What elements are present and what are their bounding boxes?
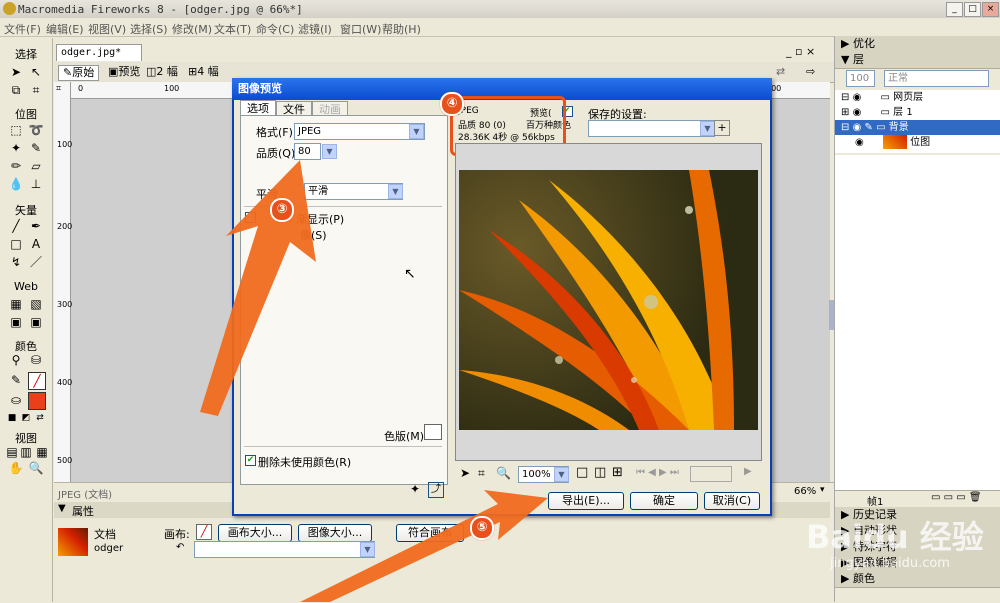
watermark-url: jingyan.baidu.com	[830, 556, 950, 571]
callout-5: ⑤	[470, 516, 494, 540]
watermark-brand: Baidu 经验	[806, 518, 984, 556]
arrow-5	[300, 490, 548, 602]
callout-4: ④	[440, 92, 464, 116]
arrow-3	[200, 160, 316, 416]
callout-3: ③	[270, 198, 294, 222]
